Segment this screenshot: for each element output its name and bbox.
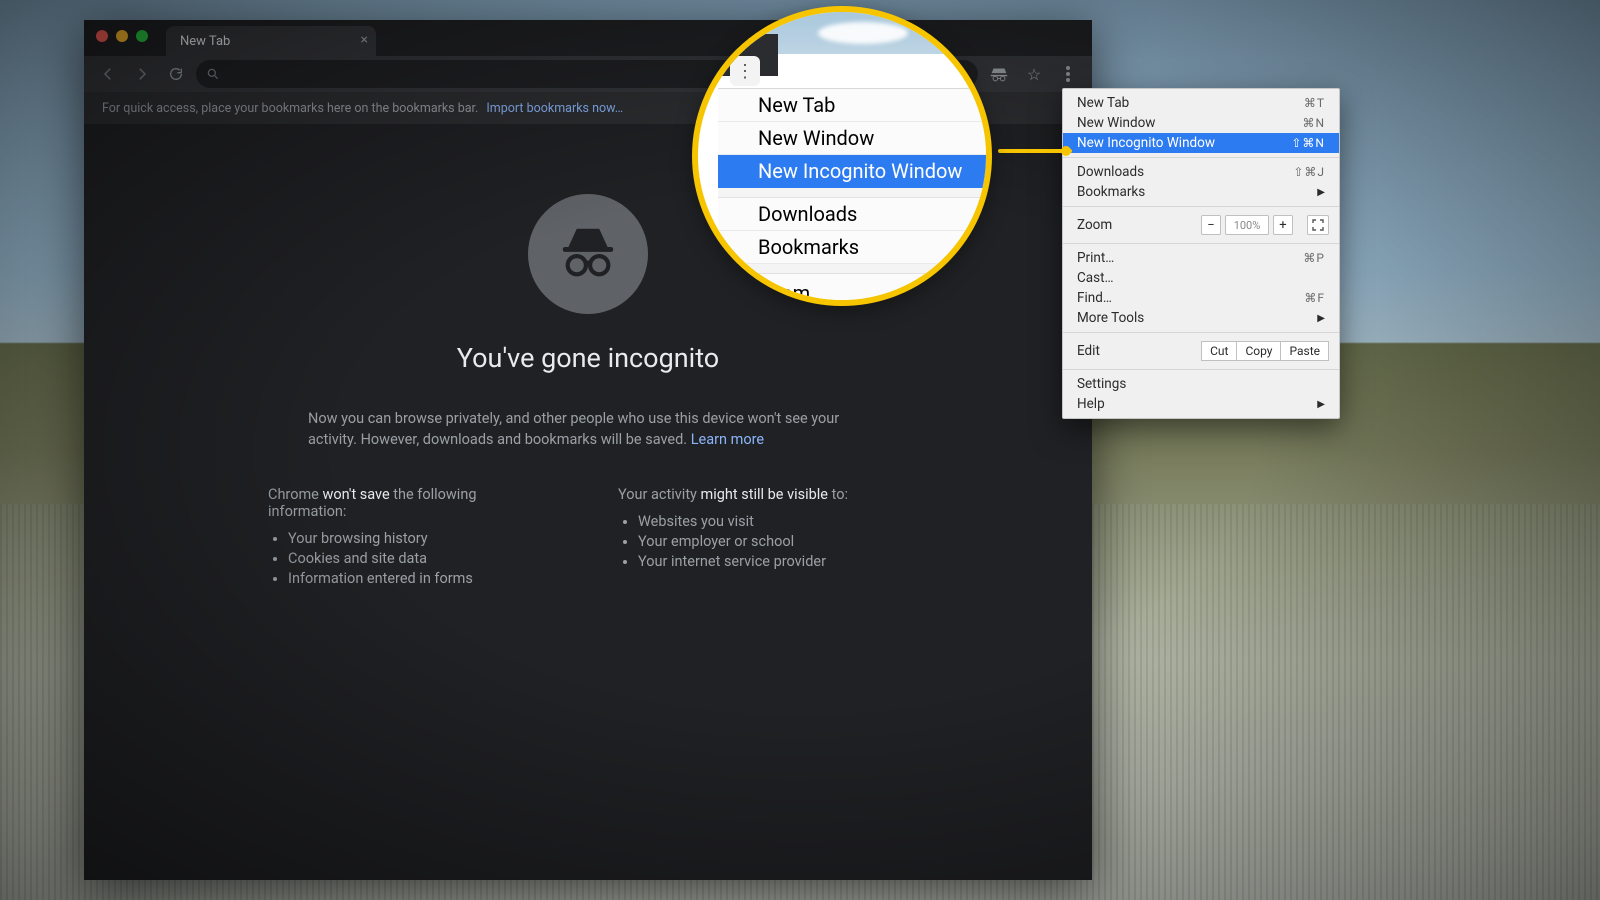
menu-item-new-tab[interactable]: New Tab⌘T (1063, 93, 1339, 113)
zoom-out-button[interactable]: − (1201, 215, 1221, 235)
new-tab-button[interactable] (384, 29, 408, 53)
fullscreen-button[interactable] (1307, 215, 1329, 235)
magnified-new-incognito: New Incognito Window (718, 155, 986, 188)
list-item: Your employer or school (638, 533, 908, 550)
menu-item-more-tools[interactable]: More Tools▶ (1063, 308, 1339, 328)
window-controls (96, 30, 148, 42)
magnified-downloads: Downloads (718, 198, 986, 231)
menu-item-bookmarks[interactable]: Bookmarks▶ (1063, 182, 1339, 202)
learn-more-link[interactable]: Learn more (691, 431, 764, 448)
menu-item-new-window[interactable]: New Window⌘N (1063, 113, 1339, 133)
menu-item-new-incognito[interactable]: New Incognito Window⇧⌘N (1063, 133, 1339, 153)
callout-anchor-dot (1061, 146, 1071, 156)
wont-save-column: Chrome won't save the following informat… (268, 486, 558, 590)
submenu-arrow-icon: ▶ (1317, 399, 1325, 410)
menu-item-downloads[interactable]: Downloads⇧⌘J (1063, 162, 1339, 182)
zoom-in-button[interactable]: + (1273, 215, 1293, 235)
chrome-menu-button[interactable] (1054, 60, 1082, 88)
zoom-value: 100% (1225, 215, 1269, 235)
forward-button[interactable] (128, 60, 156, 88)
edit-cut-button[interactable]: Cut (1201, 341, 1237, 361)
menu-item-edit: Edit Cut Copy Paste (1063, 337, 1339, 365)
list-item: Your internet service provider (638, 553, 908, 570)
search-icon (206, 67, 220, 81)
list-item: Cookies and site data (288, 550, 558, 567)
import-bookmarks-link[interactable]: Import bookmarks now… (486, 101, 623, 116)
magnified-menu: New Tab New Window New Incognito Window … (718, 88, 986, 306)
magnified-menu-button-icon: ⋮ (730, 56, 760, 86)
menu-item-help[interactable]: Help▶ (1063, 394, 1339, 414)
magnified-new-tab: New Tab (718, 89, 986, 122)
tab-new-tab[interactable]: New Tab × (166, 26, 376, 56)
bookmarks-hint: For quick access, place your bookmarks h… (102, 101, 478, 116)
menu-item-zoom: Zoom − 100% + (1063, 211, 1339, 239)
submenu-arrow-icon: ▶ (1317, 313, 1325, 324)
menu-item-cast[interactable]: Cast… (1063, 268, 1339, 288)
menu-item-find[interactable]: Find…⌘F (1063, 288, 1339, 308)
minimize-window-button[interactable] (116, 30, 128, 42)
maximize-window-button[interactable] (136, 30, 148, 42)
incognito-heading: You've gone incognito (84, 342, 1092, 374)
magnifier-lens: ⋮ New Tab New Window New Incognito Windo… (692, 6, 992, 306)
tab-title: New Tab (180, 34, 230, 49)
list-item: Information entered in forms (288, 570, 558, 587)
edit-paste-button[interactable]: Paste (1281, 341, 1329, 361)
submenu-arrow-icon: ▶ (1317, 187, 1325, 198)
chrome-menu: New Tab⌘T New Window⌘N New Incognito Win… (1062, 88, 1340, 419)
list-item: Websites you visit (638, 513, 908, 530)
back-button[interactable] (94, 60, 122, 88)
magnified-bookmarks: Bookmarks (718, 231, 986, 264)
edit-copy-button[interactable]: Copy (1237, 341, 1281, 361)
bookmark-star-icon[interactable]: ☆ (1020, 65, 1048, 84)
magnified-new-window: New Window (718, 122, 986, 155)
incognito-indicator-icon (988, 66, 1010, 82)
incognito-icon (553, 219, 623, 289)
close-tab-icon[interactable]: × (361, 33, 368, 47)
reload-button[interactable] (162, 60, 190, 88)
close-window-button[interactable] (96, 30, 108, 42)
menu-item-settings[interactable]: Settings (1063, 374, 1339, 394)
list-item: Your browsing history (288, 530, 558, 547)
incognito-description: Now you can browse privately, and other … (308, 408, 868, 450)
visible-to-column: Your activity might still be visible to:… (618, 486, 908, 590)
menu-item-print[interactable]: Print…⌘P (1063, 248, 1339, 268)
incognito-badge (528, 194, 648, 314)
